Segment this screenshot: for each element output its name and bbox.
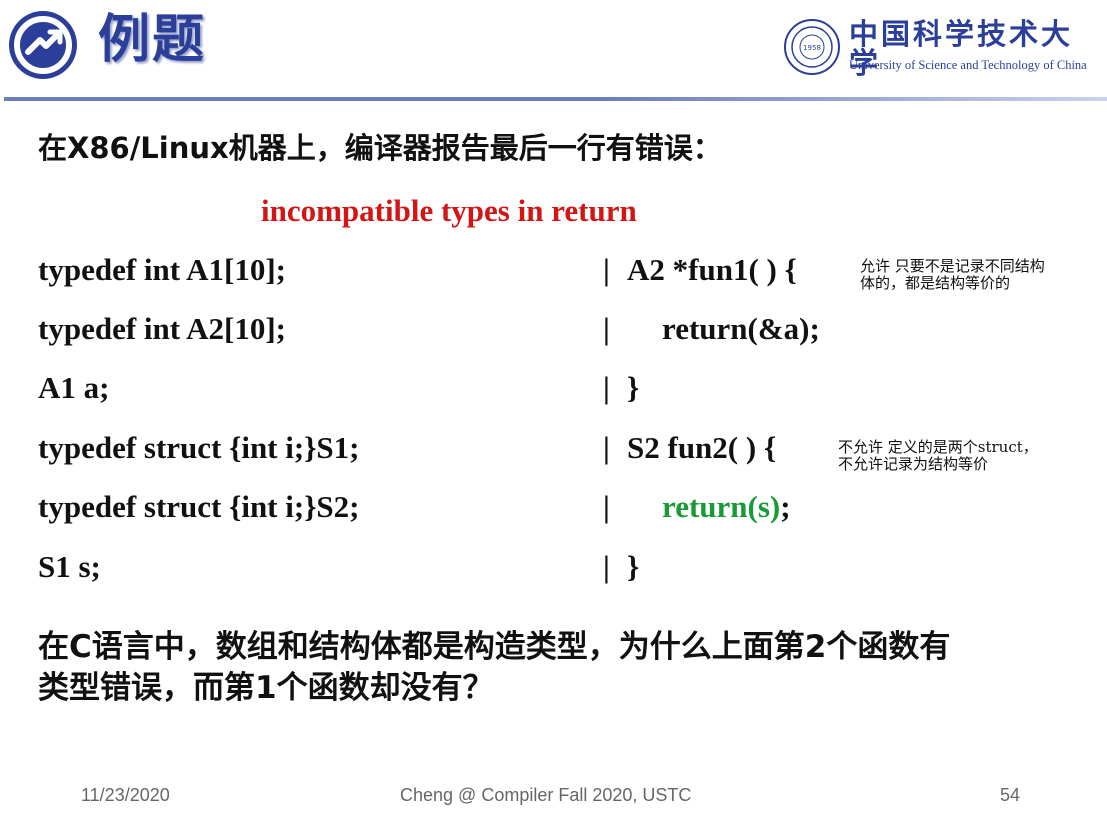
footer-date: 11/23/2020 [81, 785, 170, 805]
final-question-line: 类型错误，而第1个函数却没有？ [38, 670, 494, 706]
page-number: 54 [1000, 785, 1021, 805]
highlighted-return: return(s) [662, 489, 781, 524]
note-fun2: 不允许 定义的是两个struct， 不允许记录为结构等价 [838, 439, 1038, 473]
note-line: 体的，都是结构等价的 [860, 274, 1011, 292]
page-title: 例题 [98, 10, 207, 70]
university-name-en: University of Science and Technology of … [849, 58, 1087, 72]
university-logo: 1958 中国科学技术大学 University of Science and … [783, 18, 1103, 78]
column-separator: | [603, 549, 610, 584]
column-separator: | [603, 311, 610, 346]
note-line: 不允许 定义的是两个struct， [838, 438, 1038, 456]
column-separator: | [603, 430, 610, 465]
code-line-left: typedef struct {int i;}S1; [38, 430, 360, 465]
column-separator: | [603, 252, 610, 287]
error-message: incompatible types in return [261, 193, 637, 228]
code-line-right: A2 *fun1( ) { [627, 252, 797, 287]
code-line-left: typedef struct {int i;}S2; [38, 489, 360, 524]
question-text: 在X86/Linux机器上，编译器报告最后一行有错误： [38, 131, 722, 165]
column-separator: | [603, 370, 610, 405]
arrow-circle-icon [6, 8, 80, 82]
code-semicolon: ; [780, 489, 791, 524]
final-question: 在C语言中，数组和结构体都是构造类型，为什么上面第2个函数有 类型错误，而第1个… [38, 627, 950, 709]
code-line-left: typedef int A2[10]; [38, 311, 286, 346]
note-line: 允许 只要不是记录不同结构 [860, 257, 1045, 275]
code-line-right: S2 fun2( ) { [627, 430, 777, 465]
note-line: 不允许记录为结构等价 [838, 455, 989, 473]
note-fun1: 允许 只要不是记录不同结构 体的，都是结构等价的 [860, 258, 1045, 292]
final-question-line: 在C语言中，数组和结构体都是构造类型，为什么上面第2个函数有 [38, 629, 951, 665]
column-separator: | [603, 489, 610, 524]
university-seal-icon: 1958 [784, 19, 840, 75]
code-line-left: typedef int A1[10]; [38, 252, 286, 287]
code-line-right: return(&a); [662, 311, 820, 346]
code-line-right: } [627, 549, 640, 584]
code-line-left: S1 s; [38, 549, 101, 584]
code-line-left: A1 a; [38, 370, 110, 405]
code-line-right: } [627, 370, 640, 405]
svg-text:1958: 1958 [803, 44, 821, 52]
header-divider [4, 97, 1107, 101]
code-line-right: return(s); [662, 491, 791, 522]
footer-course: Cheng @ Compiler Fall 2020, USTC [400, 785, 692, 805]
